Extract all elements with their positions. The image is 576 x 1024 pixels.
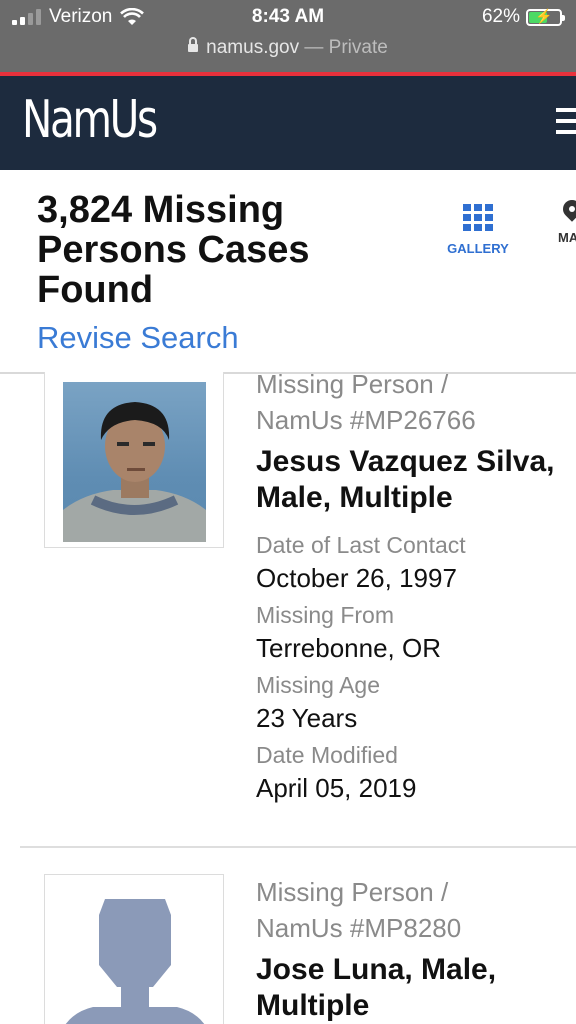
namus-logo[interactable]: NamUs: [22, 90, 158, 150]
case-photo-frame[interactable]: [44, 372, 224, 548]
case-type: Missing Person /: [256, 877, 449, 907]
gallery-view-button[interactable]: GALLERY: [446, 204, 510, 256]
revise-search-link[interactable]: Revise Search: [37, 320, 239, 356]
case-type: Missing Person /: [256, 372, 449, 399]
case-card[interactable]: Missing Person / NamUs #MP8280 Jose Luna…: [0, 848, 576, 1024]
results-summary: 3,824 Missing Persons Cases Found Revise…: [0, 170, 576, 374]
case-name[interactable]: Jesus Vazquez Silva, Male, Multiple: [256, 444, 576, 516]
address-bar[interactable]: namus.gov — Private: [0, 36, 576, 59]
missing-from-label: Missing From: [256, 602, 395, 628]
person-photo-icon: [63, 402, 206, 542]
results-count: 3,824 Missing Persons Cases Found: [37, 189, 310, 311]
hamburger-menu-icon[interactable]: [556, 108, 576, 134]
map-view-button[interactable]: MAP: [558, 196, 576, 245]
case-fields: Date of Last Contact October 26, 1997 Mi…: [256, 532, 576, 804]
lock-icon: [188, 36, 199, 52]
battery-icon: ⚡: [526, 8, 565, 26]
case-card[interactable]: Missing Person / NamUs #MP26766 Jesus Va…: [0, 372, 576, 848]
date-modified-label: Date Modified: [256, 742, 398, 768]
battery-area: 62% ⚡: [481, 6, 565, 28]
map-label: MAP: [558, 230, 576, 245]
case-details: Missing Person / NamUs #MP8280 Jose Luna…: [256, 874, 576, 1024]
battery-percent: 62%: [481, 6, 520, 27]
site-header: NamUs: [0, 76, 576, 170]
grid-icon: [463, 204, 493, 231]
case-name[interactable]: Jose Luna, Male, Multiple: [256, 952, 576, 1024]
map-pin-icon: [559, 196, 576, 222]
status-bar: Verizon 8:43 AM 62% ⚡ namus.gov — Privat…: [0, 0, 576, 72]
case-photo: [63, 382, 206, 542]
missing-age-label: Missing Age: [256, 672, 381, 698]
last-contact-label: Date of Last Contact: [256, 532, 466, 558]
date-modified-value: April 05, 2019: [256, 773, 417, 803]
case-details: Missing Person / NamUs #MP26766 Jesus Va…: [256, 372, 576, 812]
case-number[interactable]: NamUs #MP26766: [256, 402, 576, 438]
url-text: namus.gov: [206, 37, 300, 58]
privacy-label: — Private: [304, 37, 388, 58]
gallery-label: GALLERY: [447, 241, 509, 256]
missing-age-value: 23 Years: [256, 703, 358, 733]
missing-from-value: Terrebonne, OR: [256, 633, 441, 663]
case-photo-frame[interactable]: [44, 874, 224, 1024]
case-number[interactable]: NamUs #MP8280: [256, 910, 576, 946]
last-contact-value: October 26, 1997: [256, 563, 457, 593]
silhouette-placeholder-icon: [65, 899, 205, 1024]
